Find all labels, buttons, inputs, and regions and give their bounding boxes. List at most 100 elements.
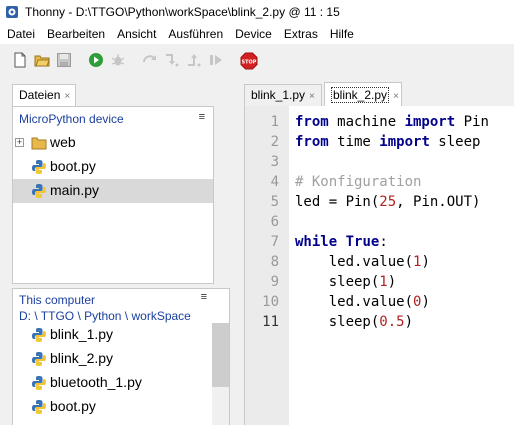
code-token: machine [328,114,405,130]
code-token: led.value( [295,294,414,310]
svg-text:STOP: STOP [242,60,257,66]
thonny-app-icon [5,5,19,19]
save-icon[interactable] [56,52,72,68]
panel-menu-icon[interactable]: ≡ [199,111,205,123]
code-token: 25 [379,194,397,210]
code-token: sleep( [295,314,380,330]
code-token: led = Pin( [295,194,380,210]
python-file-icon [31,399,47,415]
code-token: from [295,134,329,150]
panel-menu-icon[interactable]: ≡ [201,291,207,303]
code-line: led.value(1) [295,252,489,272]
python-file-icon [31,375,47,391]
open-folder-icon[interactable] [34,52,50,68]
tab-dateien-label: Dateien [19,88,61,102]
code-token: True [345,234,380,250]
close-icon[interactable]: × [309,91,315,102]
code-token: 1 [379,274,388,290]
code-line: sleep(1) [295,272,489,292]
menu-device[interactable]: Device [229,24,278,44]
step-over-icon[interactable] [142,52,158,68]
tab-blink-2-py[interactable]: blink_2.py × [324,82,402,106]
line-number-gutter: 1 2 3 4 5 6 7 8 9 10 11 [245,106,289,425]
code-token: ) [421,294,430,310]
tab-label: blink_1.py [251,88,306,102]
menu-extras[interactable]: Extras [278,24,324,44]
tree-item-label: boot.py [50,158,96,174]
code-line: # Konfiguration [295,172,489,192]
step-into-icon[interactable] [164,52,180,68]
tree-item-bluetooth-1-py[interactable]: bluetooth_1.py [13,371,229,395]
line-number: 10 [262,294,279,310]
code-token: sleep( [295,274,380,290]
code-editor[interactable]: 1 2 3 4 5 6 7 8 9 10 11 from machine import Pin fro… [244,106,514,425]
close-icon[interactable]: × [393,91,399,102]
code-token: ) [421,254,430,270]
tree-item-label: web [50,134,76,150]
scrollbar-thumb[interactable] [212,323,229,387]
code-line: while True: [295,232,489,252]
files-tab-strip: Dateien × [0,82,218,106]
expand-icon[interactable]: + [15,138,24,147]
tree-item-label: blink_1.py [50,326,114,342]
python-file-icon [31,159,47,175]
debug-icon[interactable] [110,52,126,68]
line-number: 7 [270,234,279,250]
computer-panel-title: This computer [19,293,96,307]
tree-item-boot-py[interactable]: boot.py [13,155,213,179]
code-line: from machine import Pin [295,112,489,132]
menu-datei[interactable]: Datei [0,24,41,44]
tab-blink-1-py[interactable]: blink_1.py × [244,84,322,106]
python-file-icon [31,351,47,367]
menu-ansicht[interactable]: Ansicht [111,24,162,44]
tree-item-boot-py-local[interactable]: boot.py [13,395,229,419]
resume-icon[interactable] [208,52,224,68]
tree-item-web[interactable]: + web [13,131,213,155]
line-numbers: 1 2 3 4 5 6 7 8 9 10 11 [245,112,279,332]
code-line: led = Pin(25, Pin.OUT) [295,192,489,212]
code-token: time [328,134,380,150]
editor-tab-strip: blink_1.py × blink_2.py × [244,82,514,106]
tab-label: blink_2.py [331,87,390,103]
line-number: 4 [270,174,279,190]
line-number: 5 [270,194,279,210]
step-out-icon[interactable] [186,52,202,68]
menu-bearbeiten[interactable]: Bearbeiten [41,24,111,44]
code-area[interactable]: from machine import Pin from time import … [295,112,489,332]
tree-item-label: bluetooth_1.py [50,374,142,390]
stop-icon[interactable]: STOP [240,52,258,70]
code-token: import [404,114,456,130]
code-token: led.value( [295,254,414,270]
toolbar: STOP [0,44,514,76]
computer-panel-path[interactable]: D: \ TTGO \ Python \ workSpace [19,309,229,323]
window-title: Thonny - D:\TTGO\Python\workSpace\blink_… [25,5,340,19]
computer-panel-scrollbar[interactable] [212,323,229,425]
computer-panel: This computer D: \ TTGO \ Python \ workS… [12,288,230,425]
code-token: while [295,234,338,250]
line-number: 11 [262,314,279,330]
menu-bar: Datei Bearbeiten Ansicht Ausführen Devic… [0,24,514,44]
tree-item-blink-2-py[interactable]: blink_2.py [13,347,229,371]
close-icon[interactable]: × [64,91,70,102]
code-line: sleep(0.5) [295,312,489,332]
code-token: ) [404,314,414,330]
code-token: sleep [429,134,481,150]
new-file-icon[interactable] [12,52,28,68]
line-number: 8 [270,254,279,270]
code-token: 0.5 [379,314,405,330]
menu-ausfuehren[interactable]: Ausführen [162,24,229,44]
tab-dateien[interactable]: Dateien × [12,84,76,106]
tree-item-blink-1-py[interactable]: blink_1.py [13,323,229,347]
run-icon[interactable] [88,52,104,68]
python-file-icon [31,327,47,343]
code-token: , Pin.OUT) [396,194,481,210]
code-token: : [379,234,388,250]
code-token: import [379,134,430,150]
tree-item-label: boot.py [50,398,96,414]
code-token: ) [387,274,397,290]
tree-item-main-py[interactable]: main.py [13,179,213,203]
menu-hilfe[interactable]: Hilfe [324,24,360,44]
line-number: 9 [270,274,279,290]
